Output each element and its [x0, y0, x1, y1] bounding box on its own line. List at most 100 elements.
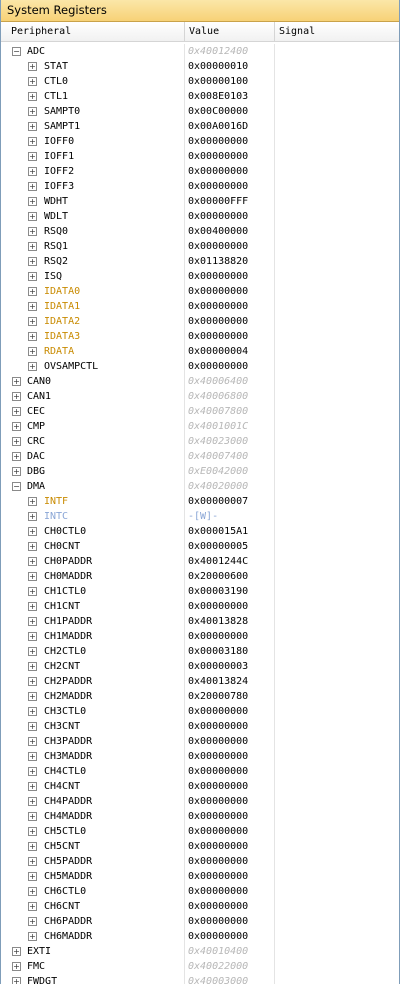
register-value[interactable]: 0x00000004: [185, 344, 275, 359]
register-row[interactable]: + IDATA1 0x00000000: [1, 299, 399, 314]
register-value[interactable]: 0x008E0103: [185, 89, 275, 104]
expand-icon[interactable]: +: [28, 497, 37, 506]
register-row[interactable]: + SAMPT1 0x00A0016D: [1, 119, 399, 134]
register-row[interactable]: + CH3PADDR 0x00000000: [1, 734, 399, 749]
expand-icon[interactable]: +: [28, 707, 37, 716]
expand-icon[interactable]: +: [12, 977, 21, 984]
expand-icon[interactable]: +: [28, 722, 37, 731]
expand-icon[interactable]: +: [28, 287, 37, 296]
register-value[interactable]: 0x40013828: [185, 614, 275, 629]
collapse-icon[interactable]: −: [12, 47, 21, 56]
expand-icon[interactable]: +: [28, 677, 37, 686]
register-row[interactable]: + ISQ 0x00000000: [1, 269, 399, 284]
expand-icon[interactable]: +: [28, 257, 37, 266]
register-row[interactable]: + WDLT 0x00000000: [1, 209, 399, 224]
register-row[interactable]: + CH1PADDR 0x40013828: [1, 614, 399, 629]
register-value[interactable]: 0x00000000: [185, 884, 275, 899]
register-row[interactable]: + SAMPT0 0x00C00000: [1, 104, 399, 119]
register-value[interactable]: 0x20000780: [185, 689, 275, 704]
expand-icon[interactable]: +: [28, 647, 37, 656]
register-row[interactable]: + RSQ1 0x00000000: [1, 239, 399, 254]
peripheral-row[interactable]: − DMA 0x40020000: [1, 479, 399, 494]
peripheral-row[interactable]: + DBG 0xE0042000: [1, 464, 399, 479]
expand-icon[interactable]: +: [28, 872, 37, 881]
register-row[interactable]: + RSQ0 0x00400000: [1, 224, 399, 239]
register-row[interactable]: + CH2CTL0 0x00003180: [1, 644, 399, 659]
register-value[interactable]: 0x00000000: [185, 764, 275, 779]
register-value[interactable]: 0x00000000: [185, 164, 275, 179]
register-value[interactable]: 0x00000100: [185, 74, 275, 89]
register-value[interactable]: 0x00000FFF: [185, 194, 275, 209]
register-row[interactable]: + OVSAMPCTL 0x00000000: [1, 359, 399, 374]
peripheral-row[interactable]: − ADC 0x40012400: [1, 44, 399, 59]
register-row[interactable]: + IOFF0 0x00000000: [1, 134, 399, 149]
register-value[interactable]: 0x00000000: [185, 209, 275, 224]
register-row[interactable]: + CH0MADDR 0x20000600: [1, 569, 399, 584]
expand-icon[interactable]: +: [28, 857, 37, 866]
expand-icon[interactable]: +: [28, 842, 37, 851]
expand-icon[interactable]: +: [28, 182, 37, 191]
register-value[interactable]: 0x00000000: [185, 299, 275, 314]
register-row[interactable]: + CH4MADDR 0x00000000: [1, 809, 399, 824]
register-row[interactable]: + CH6MADDR 0x00000000: [1, 929, 399, 944]
register-row[interactable]: + IDATA3 0x00000000: [1, 329, 399, 344]
register-value[interactable]: 0x00000000: [185, 854, 275, 869]
register-value[interactable]: 0x00000000: [185, 839, 275, 854]
register-value[interactable]: 0x00000000: [185, 749, 275, 764]
register-value[interactable]: 0x00000010: [185, 59, 275, 74]
register-row[interactable]: + IDATA2 0x00000000: [1, 314, 399, 329]
register-value[interactable]: 0x00000000: [185, 629, 275, 644]
expand-icon[interactable]: +: [28, 602, 37, 611]
register-value[interactable]: 0x00000000: [185, 824, 275, 839]
peripheral-row[interactable]: + DAC 0x40007400: [1, 449, 399, 464]
expand-icon[interactable]: +: [28, 812, 37, 821]
register-row[interactable]: + INTC -[W]-: [1, 509, 399, 524]
register-value[interactable]: 0x00000000: [185, 869, 275, 884]
register-value[interactable]: 0x00000000: [185, 284, 275, 299]
expand-icon[interactable]: +: [28, 767, 37, 776]
register-row[interactable]: + CH2PADDR 0x40013824: [1, 674, 399, 689]
register-row[interactable]: + CH3MADDR 0x00000000: [1, 749, 399, 764]
expand-icon[interactable]: +: [28, 887, 37, 896]
peripheral-row[interactable]: + CMP 0x4001001C: [1, 419, 399, 434]
expand-icon[interactable]: +: [12, 452, 21, 461]
register-row[interactable]: + CH1CTL0 0x00003190: [1, 584, 399, 599]
expand-icon[interactable]: +: [12, 377, 21, 386]
expand-icon[interactable]: +: [28, 587, 37, 596]
peripheral-row[interactable]: + CAN1 0x40006800: [1, 389, 399, 404]
expand-icon[interactable]: +: [28, 902, 37, 911]
register-row[interactable]: + CH0CTL0 0x000015A1: [1, 524, 399, 539]
register-row[interactable]: + CH0CNT 0x00000005: [1, 539, 399, 554]
register-row[interactable]: + CH5MADDR 0x00000000: [1, 869, 399, 884]
register-value[interactable]: 0x20000600: [185, 569, 275, 584]
register-value[interactable]: -[W]-: [185, 509, 275, 524]
register-row[interactable]: + CH2MADDR 0x20000780: [1, 689, 399, 704]
register-row[interactable]: + WDHT 0x00000FFF: [1, 194, 399, 209]
peripheral-row[interactable]: + CAN0 0x40006400: [1, 374, 399, 389]
register-row[interactable]: + RSQ2 0x01138820: [1, 254, 399, 269]
column-value[interactable]: Value: [185, 22, 275, 41]
expand-icon[interactable]: +: [28, 242, 37, 251]
expand-icon[interactable]: +: [28, 212, 37, 221]
expand-icon[interactable]: +: [28, 797, 37, 806]
register-value[interactable]: 0x00000000: [185, 359, 275, 374]
expand-icon[interactable]: +: [28, 752, 37, 761]
register-row[interactable]: + CH3CNT 0x00000000: [1, 719, 399, 734]
expand-icon[interactable]: +: [28, 737, 37, 746]
expand-icon[interactable]: +: [28, 542, 37, 551]
register-value[interactable]: 0x00000000: [185, 179, 275, 194]
expand-icon[interactable]: +: [12, 392, 21, 401]
register-row[interactable]: + CH6PADDR 0x00000000: [1, 914, 399, 929]
register-row[interactable]: + IOFF2 0x00000000: [1, 164, 399, 179]
expand-icon[interactable]: +: [28, 62, 37, 71]
register-value[interactable]: 0x40013824: [185, 674, 275, 689]
expand-icon[interactable]: +: [28, 917, 37, 926]
register-row[interactable]: + CH3CTL0 0x00000000: [1, 704, 399, 719]
register-value[interactable]: 0x00000000: [185, 779, 275, 794]
expand-icon[interactable]: +: [28, 227, 37, 236]
register-row[interactable]: + CH4CNT 0x00000000: [1, 779, 399, 794]
expand-icon[interactable]: +: [12, 467, 21, 476]
register-row[interactable]: + CH1CNT 0x00000000: [1, 599, 399, 614]
register-value[interactable]: 0x00000005: [185, 539, 275, 554]
register-value[interactable]: 0x00C00000: [185, 104, 275, 119]
